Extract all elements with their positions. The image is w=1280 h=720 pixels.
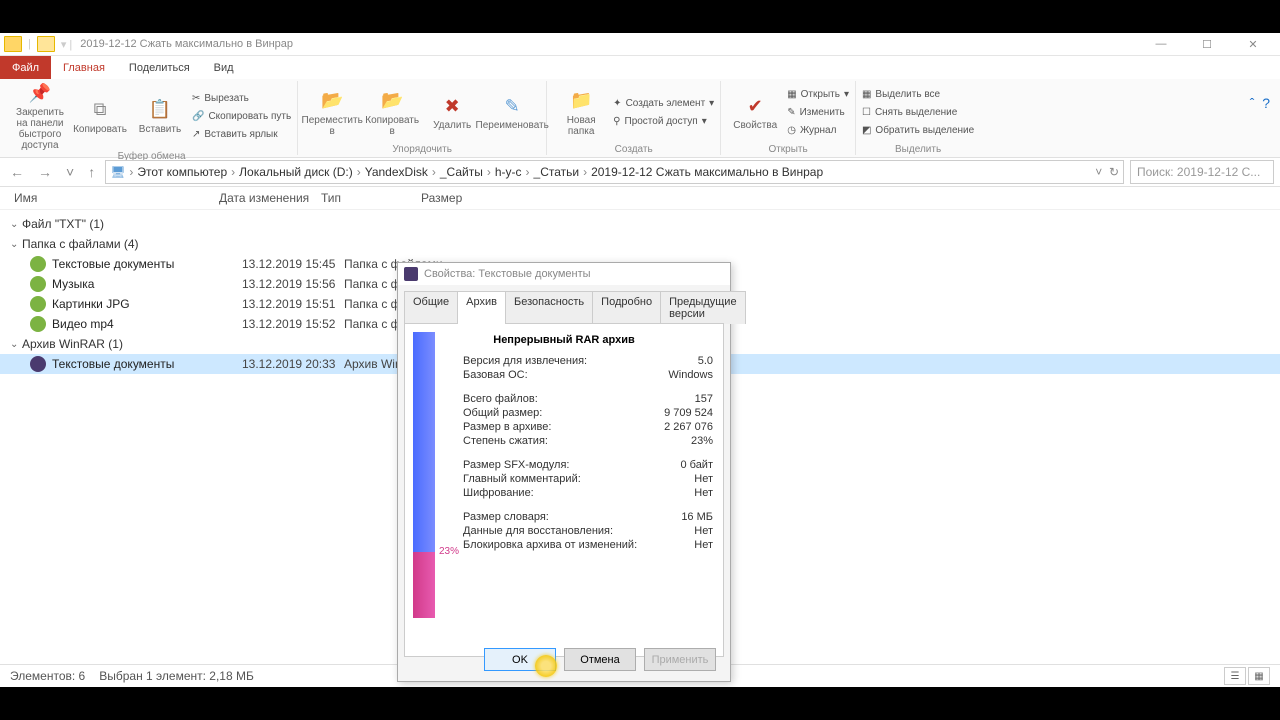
- window-titlebar: | ▾ | 2019-12-12 Сжать максимально в Вин…: [0, 33, 1280, 56]
- folder-sync-icon: [30, 276, 46, 292]
- copy-path-button[interactable]: 🔗Скопировать путь: [192, 108, 291, 124]
- invert-icon: ◩: [862, 125, 871, 136]
- rar-icon: [30, 356, 46, 372]
- path-icon: 🔗: [192, 111, 204, 122]
- close-button[interactable]: ✕: [1238, 38, 1268, 51]
- pc-icon: 🖥: [110, 165, 125, 179]
- status-selection: Выбран 1 элемент: 2,18 МБ: [99, 669, 254, 683]
- back-button[interactable]: ←: [6, 164, 28, 180]
- col-date: Дата изменения: [219, 191, 321, 205]
- minimize-button[interactable]: —: [1146, 38, 1176, 51]
- group-organize-label: Упорядочить: [392, 144, 452, 155]
- col-type: Тип: [321, 191, 421, 205]
- shortcut-icon: ↗: [192, 129, 200, 140]
- folder-sync-icon: [30, 256, 46, 272]
- folder-open-icon: [37, 36, 55, 52]
- ribbon: ˆ ? 📌Закрепить на панели быстрого доступ…: [0, 79, 1280, 158]
- tab-home[interactable]: Главная: [51, 56, 117, 79]
- tab-security[interactable]: Безопасность: [505, 291, 593, 324]
- pin-button[interactable]: 📌Закрепить на панели быстрого доступа: [12, 81, 68, 151]
- tab-file[interactable]: Файл: [0, 56, 51, 79]
- easy-access-icon: ⚲: [613, 116, 620, 127]
- tab-share[interactable]: Поделиться: [117, 56, 202, 79]
- ribbon-tabs: Файл Главная Поделиться Вид: [0, 56, 1280, 79]
- status-items: Элементов: 6: [10, 669, 85, 683]
- group-txt[interactable]: Файл "TXT" (1): [0, 214, 1280, 234]
- rename-button[interactable]: ✎Переименовать: [484, 94, 540, 131]
- new-folder-button[interactable]: 📁Новая папка: [553, 89, 609, 137]
- group-select-label: Выделить: [895, 144, 941, 155]
- forward-button[interactable]: →: [34, 164, 56, 180]
- edit-icon: ✎: [787, 107, 795, 118]
- breadcrumb[interactable]: 🖥 ›Этот компьютер ›Локальный диск (D:) ›…: [105, 160, 1124, 184]
- edit-button[interactable]: ✎Изменить: [787, 105, 849, 121]
- select-none-button[interactable]: ☐Снять выделение: [862, 105, 974, 121]
- invert-selection-button[interactable]: ◩Обратить выделение: [862, 123, 974, 139]
- group-new-label: Создать: [615, 144, 653, 155]
- compression-bar-chart: [413, 332, 435, 618]
- compression-ratio-label: 23%: [439, 546, 459, 557]
- history-button[interactable]: ◷Журнал: [787, 123, 849, 139]
- tab-details[interactable]: Подробно: [592, 291, 661, 324]
- new-item-button[interactable]: ✦Создать элемент ▾: [613, 96, 714, 112]
- new-item-icon: ✦: [613, 98, 621, 109]
- dialog-titlebar[interactable]: Свойства: Текстовые документы: [398, 263, 730, 285]
- paste-button[interactable]: 📋Вставить: [132, 98, 188, 135]
- open-button[interactable]: ▦Открыть ▾: [787, 87, 849, 103]
- tab-view[interactable]: Вид: [202, 56, 246, 79]
- cursor-highlight-icon: [535, 655, 557, 677]
- select-all-icon: ▦: [862, 89, 871, 100]
- dialog-body: 23% Непрерывный RAR архив Версия для изв…: [404, 323, 724, 657]
- delete-button[interactable]: ✖Удалить: [424, 94, 480, 131]
- select-none-icon: ☐: [862, 107, 871, 118]
- open-icon: ▦: [787, 89, 796, 100]
- properties-button[interactable]: ✔Свойства: [727, 94, 783, 131]
- archive-type-heading: Непрерывный RAR архив: [415, 334, 713, 346]
- rar-icon: [404, 267, 418, 281]
- maximize-button[interactable]: ☐: [1192, 38, 1222, 51]
- view-icons-button[interactable]: ▦: [1248, 667, 1270, 685]
- tab-general[interactable]: Общие: [404, 291, 458, 324]
- col-name: Имя: [14, 191, 219, 205]
- recent-button[interactable]: ˅: [62, 164, 78, 180]
- scissors-icon: ✂: [192, 93, 200, 104]
- move-to-button[interactable]: 📂Переместить в: [304, 89, 360, 137]
- window-title: 2019-12-12 Сжать максимально в Винрар: [80, 38, 293, 50]
- dialog-title: Свойства: Текстовые документы: [424, 268, 591, 280]
- help-icon[interactable]: ˆ ?: [1250, 95, 1270, 111]
- paste-shortcut-button[interactable]: ↗Вставить ярлык: [192, 126, 291, 142]
- column-headers[interactable]: Имя Дата изменения Тип Размер: [0, 187, 1280, 210]
- cancel-button[interactable]: Отмена: [564, 648, 636, 671]
- up-button[interactable]: ↑: [84, 164, 99, 180]
- nav-bar: ← → ˅ ↑ 🖥 ›Этот компьютер ›Локальный дис…: [0, 158, 1280, 187]
- tab-previous-versions[interactable]: Предыдущие версии: [660, 291, 745, 324]
- copy-button[interactable]: ⧉Копировать: [72, 98, 128, 135]
- apply-button[interactable]: Применить: [644, 648, 716, 671]
- group-open-label: Открыть: [768, 144, 807, 155]
- dialog-tabs: Общие Архив Безопасность Подробно Предыд…: [398, 285, 730, 324]
- tab-archive[interactable]: Архив: [457, 291, 506, 324]
- col-size: Размер: [421, 191, 501, 205]
- easy-access-button[interactable]: ⚲Простой доступ ▾: [613, 114, 714, 130]
- qat-sep: |: [28, 38, 31, 50]
- search-input[interactable]: Поиск: 2019-12-12 С...: [1130, 160, 1274, 184]
- folder-sync-icon: [30, 296, 46, 312]
- history-icon: ◷: [787, 125, 796, 136]
- properties-dialog: Свойства: Текстовые документы Общие Архи…: [397, 262, 731, 682]
- folder-sync-icon: [30, 316, 46, 332]
- cut-button[interactable]: ✂Вырезать: [192, 90, 291, 106]
- group-folders[interactable]: Папка с файлами (4): [0, 234, 1280, 254]
- select-all-button[interactable]: ▦Выделить все: [862, 87, 974, 103]
- folder-icon: [4, 36, 22, 52]
- view-details-button[interactable]: ☰: [1224, 667, 1246, 685]
- copy-to-button[interactable]: 📂Копировать в: [364, 89, 420, 137]
